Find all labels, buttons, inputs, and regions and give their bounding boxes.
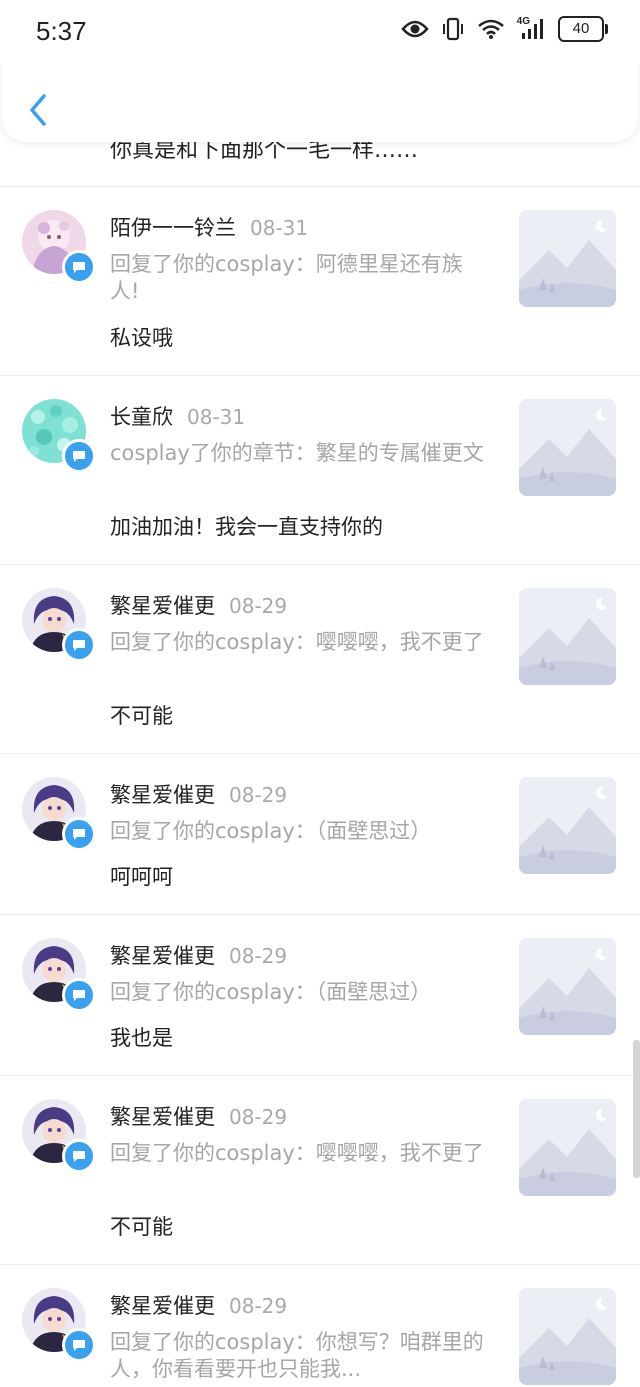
comment-badge-icon (62, 250, 96, 284)
avatar[interactable] (22, 777, 96, 851)
user-name-row: 繁星爱催更 08-29 (110, 1101, 287, 1131)
reply-summary[interactable]: 回复了你的cosplay：（面壁思过） (110, 979, 492, 1006)
user-name-row: 长童欣 08-31 (110, 401, 245, 431)
comment-text: 不可能 (110, 1215, 173, 1239)
post-date: 08-29 (229, 1105, 288, 1129)
scrollbar[interactable] (633, 1040, 640, 1178)
reply-summary[interactable]: 回复了你的cosplay：阿德里星还有族人! (110, 251, 492, 305)
comment-badge-icon (62, 978, 96, 1012)
wifi-icon (477, 18, 505, 40)
user-name[interactable]: 繁星爱催更 (110, 1294, 215, 1318)
mountain-icon (519, 777, 616, 874)
mountain-icon (519, 1288, 616, 1385)
avatar[interactable] (22, 1099, 96, 1173)
comment-badge-icon (62, 628, 96, 662)
list-item[interactable]: 繁星爱催更 08-29 回复了你的cosplay：你想写？咱群里的人，你看看要开也… (0, 1264, 640, 1387)
list-item[interactable]: 繁星爱催更 08-29 回复了你的cosplay：嘤嘤嘤，我不更了 不可能 (0, 1075, 640, 1264)
comment-badge-icon (62, 817, 96, 851)
reply-summary[interactable]: 回复了你的cosplay：嘤嘤嘤，我不更了 (110, 629, 492, 656)
thumbnail-placeholder-image[interactable] (519, 210, 616, 307)
network-type-label: 4G (516, 15, 530, 27)
user-name-row: 陌伊一一铃兰 08-31 (110, 212, 308, 242)
avatar[interactable] (22, 588, 96, 662)
user-name-row: 繁星爱催更 08-29 (110, 940, 287, 970)
list-item[interactable]: 繁星爱催更 08-29 回复了你的cosplay：（面壁思过） 呵呵呵 (0, 753, 640, 914)
user-name[interactable]: 长童欣 (110, 405, 173, 429)
user-name[interactable]: 繁星爱催更 (110, 783, 215, 807)
mountain-icon (519, 588, 616, 685)
thumbnail-placeholder-image[interactable] (519, 1288, 616, 1385)
eye-icon (401, 19, 429, 39)
list-item[interactable]: 繁星爱催更 08-29 回复了你的cosplay：（面壁思过） 我也是 (0, 914, 640, 1075)
avatar[interactable] (22, 210, 96, 284)
list-item[interactable]: 长童欣 08-31 cosplay了你的章节：繁星的专属催更文 加油加油！我会一直… (0, 375, 640, 564)
comment-badge-icon (62, 1139, 96, 1173)
avatar[interactable] (22, 938, 96, 1012)
status-bar: 5:37 4G 40 (0, 0, 640, 64)
user-name-row: 繁星爱催更 08-29 (110, 1290, 287, 1320)
mountain-icon (519, 938, 616, 1035)
comment-badge-icon (62, 439, 96, 473)
post-date: 08-31 (187, 405, 246, 429)
chevron-left-icon (30, 94, 46, 126)
mountain-icon (519, 1099, 616, 1196)
list-item[interactable]: 陌伊一一铃兰 08-31 回复了你的cosplay：阿德里星还有族人! 私设哦 (0, 186, 640, 375)
post-date: 08-31 (250, 216, 309, 240)
avatar[interactable] (22, 399, 96, 473)
user-name[interactable]: 繁星爱催更 (110, 1105, 215, 1129)
comment-text: 加油加油！我会一直支持你的 (110, 515, 383, 539)
reply-summary[interactable]: cosplay了你的章节：繁星的专属催更文 (110, 440, 492, 467)
thumbnail-placeholder-image[interactable] (519, 588, 616, 685)
thumbnail-placeholder-image[interactable] (519, 399, 616, 496)
comment-text: 呵呵呵 (110, 865, 173, 889)
reply-summary[interactable]: 回复了你的cosplay：嘤嘤嘤，我不更了 (110, 1140, 492, 1167)
comment-text: 不可能 (110, 704, 173, 728)
user-name-row: 繁星爱催更 08-29 (110, 779, 287, 809)
post-date: 08-29 (229, 944, 288, 968)
list-item[interactable]: 繁星爱催更 08-29 回复了你的cosplay：嘤嘤嘤，我不更了 不可能 (0, 564, 640, 753)
user-name[interactable]: 繁星爱催更 (110, 594, 215, 618)
battery-icon: 40 (558, 16, 608, 42)
status-icons: 4G 40 (401, 15, 608, 42)
user-name-row: 繁星爱催更 08-29 (110, 590, 287, 620)
thumbnail-placeholder-image[interactable] (519, 777, 616, 874)
vibrate-icon (441, 17, 465, 41)
back-button[interactable] (22, 90, 52, 130)
signal-icon: 4G (516, 15, 546, 40)
reply-summary[interactable]: 回复了你的cosplay：你想写？咱群里的人，你看看要开也只能我... (110, 1329, 492, 1383)
thumbnail-placeholder-image[interactable] (519, 938, 616, 1035)
user-name[interactable]: 繁星爱催更 (110, 944, 215, 968)
mountain-icon (519, 210, 616, 307)
post-date: 08-29 (229, 783, 288, 807)
mountain-icon (519, 399, 616, 496)
post-date: 08-29 (229, 594, 288, 618)
status-time: 5:37 (36, 16, 87, 46)
thumbnail-placeholder-image[interactable] (519, 1099, 616, 1196)
comment-text: 私设哦 (110, 326, 173, 350)
post-date: 08-29 (229, 1294, 288, 1318)
comment-badge-icon (62, 1328, 96, 1362)
comment-text: 我也是 (110, 1026, 173, 1050)
user-name[interactable]: 陌伊一一铃兰 (110, 216, 236, 240)
reply-summary[interactable]: 回复了你的cosplay：（面壁思过） (110, 818, 492, 845)
avatar[interactable] (22, 1288, 96, 1362)
nav-header (2, 52, 638, 142)
